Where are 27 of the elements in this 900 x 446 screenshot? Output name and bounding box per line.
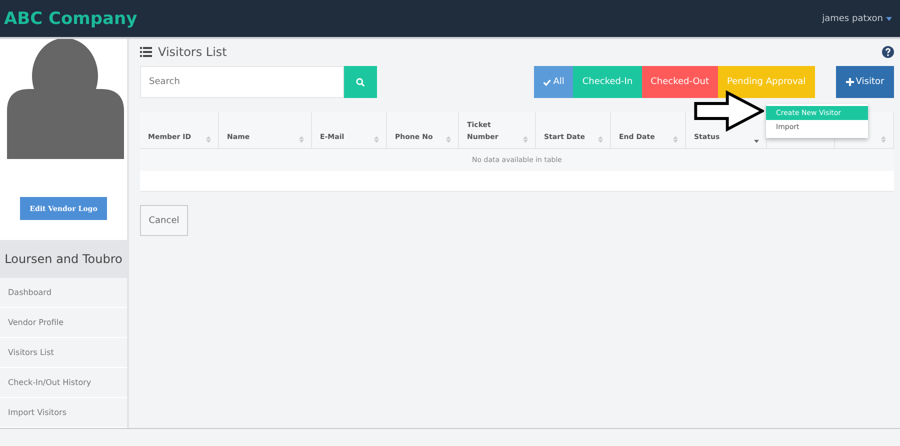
filter-button[interactable]: All [534,66,574,98]
plus-icon [846,78,854,86]
sort-icon [598,136,603,143]
cancel-button[interactable]: Cancel [140,205,188,236]
sidebar-item[interactable]: Check-In/Out History [0,368,127,398]
company-name: Loursen and Toubro [0,240,127,278]
sidebar-item[interactable]: Dashboard [0,278,127,308]
sort-icon [446,136,451,143]
list-icon [140,47,152,57]
user-menu[interactable]: james patxon [822,14,883,24]
sidebar-item[interactable]: Import Visitors [0,398,127,428]
filter-button[interactable]: Checked-Out [642,66,718,98]
sort-icon [523,136,528,143]
sort-icon [206,136,211,143]
caret-icon[interactable] [886,16,892,20]
search-icon [356,78,365,86]
sort-icon [881,136,886,143]
search-field[interactable]: Search [140,66,344,98]
sort-icon [299,136,304,143]
sort-icon [673,136,678,143]
page-title: Visitors List [158,45,227,59]
sidebar-item[interactable]: Vendor Profile [0,308,127,338]
sort-icon [374,136,379,143]
brand-logo[interactable]: ABC Company [4,8,822,28]
help-icon[interactable] [882,46,894,58]
sidebar-item[interactable]: Visitors List [0,338,127,368]
add-visitor-button[interactable]: Visitor [836,66,894,98]
